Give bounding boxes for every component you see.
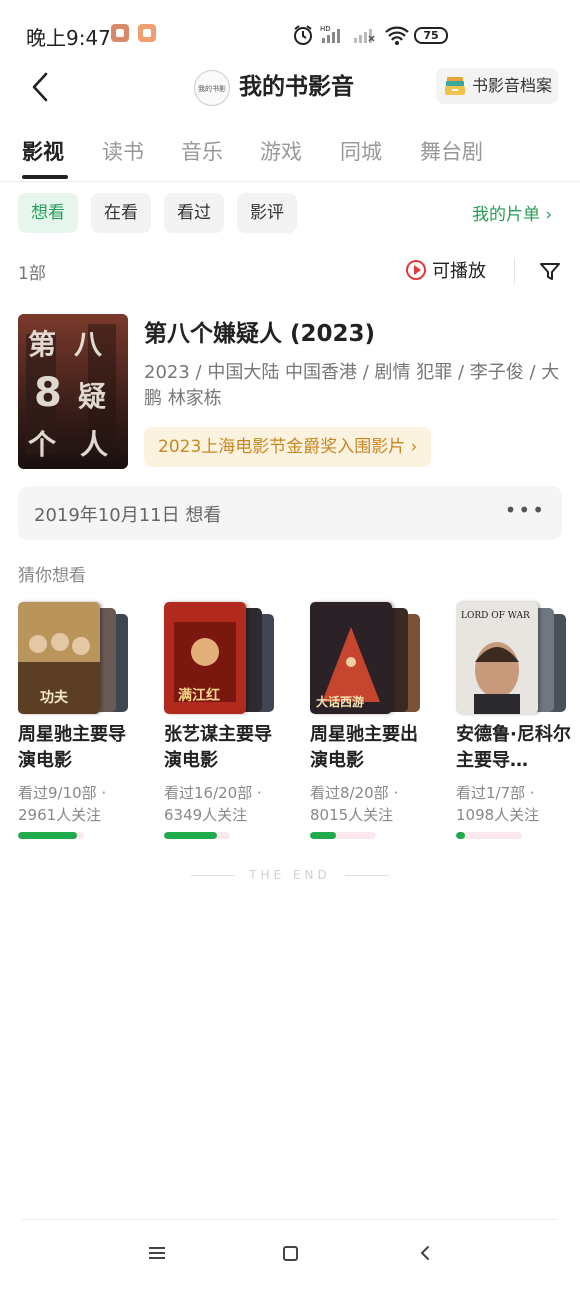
svg-text:8: 8 (34, 370, 62, 416)
recommendation-title: 张艺谋主要导演电影 (164, 724, 272, 771)
page-title: 我的书影音 (239, 74, 354, 100)
svg-text:疑: 疑 (78, 380, 106, 413)
tab-games[interactable]: 游戏 (260, 136, 302, 166)
svg-text:第: 第 (28, 328, 56, 361)
svg-text:LORD OF WAR: LORD OF WAR (461, 611, 530, 621)
end-marker: THE END (0, 868, 580, 882)
category-tabs: 影视 读书 音乐 游戏 同城 舞台剧 (0, 130, 580, 182)
filter-want-to-watch[interactable]: 想看 (18, 193, 78, 233)
chevron-right-icon: › (540, 205, 553, 225)
item-count: 1部 (18, 264, 46, 284)
progress-bar (456, 832, 522, 839)
recommendation-title: 安德鲁·尼科尔主要导… (456, 724, 571, 771)
tab-books[interactable]: 读书 (102, 136, 144, 166)
archive-label: 书影音档案 (472, 76, 553, 95)
award-label: 2023上海电影节金爵奖入围影片 (158, 437, 406, 457)
divider (514, 258, 515, 284)
tab-drama[interactable]: 舞台剧 (420, 136, 483, 166)
award-badge[interactable]: 2023上海电影节金爵奖入围影片 › (144, 427, 432, 467)
more-options-icon[interactable]: ••• (505, 498, 546, 522)
recommendation-stats: 看过8/20部 · 8015人关注 (310, 784, 399, 824)
movie-meta: 2023 / 中国大陆 中国香港 / 剧情 犯罪 / 李子俊 / 大鹏 林家栋 (144, 362, 560, 409)
poster-stack: 满江红 (164, 602, 279, 714)
progress-bar (164, 832, 230, 839)
archive-button[interactable]: 书影音档案 (436, 68, 558, 104)
alarm-icon (294, 25, 312, 45)
mark-date-row: 2019年10月11日 想看 ••• (18, 486, 562, 540)
progress-fill (456, 832, 466, 839)
svg-text:大话西游: 大话西游 (316, 694, 364, 709)
divider (22, 1219, 558, 1220)
avatar[interactable]: 我的书影音 (194, 70, 230, 106)
poster-image: 第 八 8 疑 个 人 (18, 314, 128, 469)
svg-text:八: 八 (74, 328, 103, 361)
progress-bar (310, 832, 376, 839)
recommendation-card[interactable]: LORD OF WAR 安德鲁·尼科尔主要导… 看过1/7部 · 1098人关注 (456, 602, 576, 839)
poster-front: 大话西游 (310, 602, 392, 714)
my-list-label: 我的片单 (472, 205, 540, 225)
recommendation-card[interactable]: 满江红 张艺谋主要导演电影 看过16/20部 · 6349人关注 (164, 602, 284, 839)
poster-stack: 功夫 (18, 602, 133, 714)
notification-app-icon-2 (138, 24, 156, 42)
filter-reviews[interactable]: 影评 (237, 193, 297, 233)
home-icon[interactable] (283, 1246, 298, 1261)
tab-music[interactable]: 音乐 (181, 136, 223, 166)
recommendation-title: 周星驰主要出演电影 (310, 724, 418, 771)
recommendation-card[interactable]: 大话西游 周星驰主要出演电影 看过8/20部 · 8015人关注 (310, 602, 430, 839)
my-list-link[interactable]: 我的片单 › (472, 200, 552, 225)
svg-text:人: 人 (80, 428, 108, 461)
svg-text:满江红: 满江红 (178, 687, 220, 704)
poster-front: 满江红 (164, 602, 246, 714)
svg-text:功夫: 功夫 (40, 689, 69, 706)
section-title: 猜你想看 (18, 566, 86, 586)
progress-fill (164, 832, 217, 839)
status-time: 晚上9:47 (26, 26, 111, 50)
play-icon (406, 260, 426, 280)
mark-date: 2019年10月11日 想看 (34, 505, 222, 526)
status-bar: 晚上9:47 HD 75 (0, 0, 580, 68)
poster-stack: LORD OF WAR (456, 602, 571, 714)
signal-icon (354, 29, 375, 43)
chevron-right-icon: › (405, 437, 418, 457)
battery-icon: 75 (414, 27, 448, 44)
back-arrow-icon[interactable] (28, 70, 58, 104)
recommendation-stats: 看过1/7部 · 1098人关注 (456, 784, 540, 824)
signal-hd-icon: HD (320, 25, 340, 43)
recommendation-title: 周星驰主要导演电影 (18, 724, 126, 771)
poster-front: 功夫 (18, 602, 100, 714)
nav-back-icon[interactable] (418, 1245, 432, 1261)
filter-watching[interactable]: 在看 (91, 193, 151, 233)
poster-front: LORD OF WAR (456, 602, 538, 714)
archive-icon (445, 77, 465, 95)
poster-stack: 大话西游 (310, 602, 425, 714)
tab-local[interactable]: 同城 (340, 136, 382, 166)
playable-label: 可播放 (432, 261, 486, 282)
playable-filter[interactable]: 可播放 (406, 257, 486, 283)
progress-bar (18, 832, 84, 839)
recommendation-stats: 看过16/20部 · 6349人关注 (164, 784, 262, 824)
recommendation-stats: 看过9/10部 · 2961人关注 (18, 784, 107, 824)
tab-active-indicator (22, 175, 68, 179)
filter-icon[interactable] (538, 260, 562, 284)
filter-watched[interactable]: 看过 (164, 193, 224, 233)
movie-title[interactable]: 第八个嫌疑人 (2023) (144, 314, 375, 348)
wifi-icon (385, 26, 409, 45)
progress-fill (310, 832, 337, 839)
tab-movies[interactable]: 影视 (22, 136, 64, 166)
progress-fill (18, 832, 78, 839)
recommendation-card[interactable]: 功夫 周星驰主要导演电影 看过9/10部 · 2961人关注 (18, 602, 138, 839)
svg-text:HD: HD (320, 25, 331, 33)
svg-text:个: 个 (28, 428, 57, 461)
movie-poster[interactable]: 第 八 8 疑 个 人 (18, 314, 128, 469)
menu-icon[interactable] (148, 1246, 166, 1260)
notification-app-icon (111, 24, 129, 42)
